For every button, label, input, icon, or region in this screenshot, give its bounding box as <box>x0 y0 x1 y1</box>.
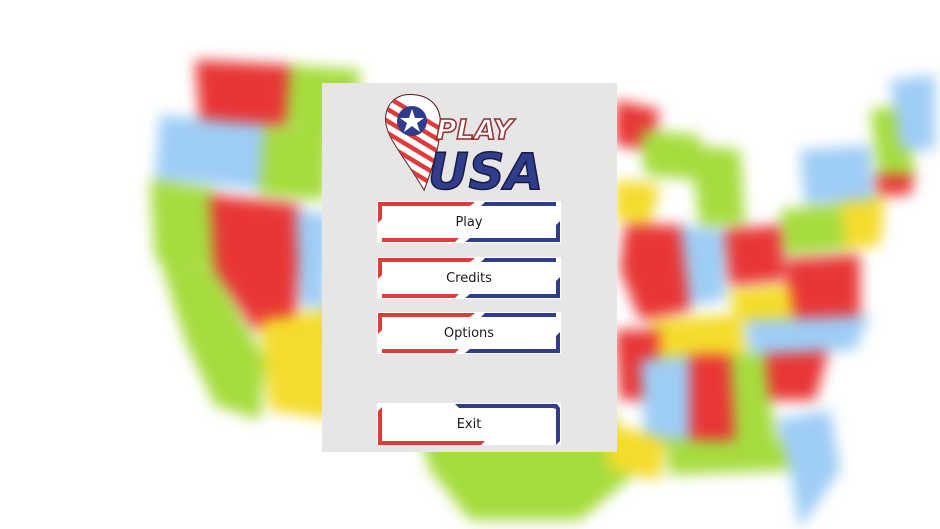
exit-button-label: Exit <box>456 416 482 432</box>
play-button[interactable]: Play <box>375 199 563 245</box>
credits-button-label: Credits <box>446 270 492 286</box>
options-button[interactable]: Options <box>375 310 563 356</box>
exit-button[interactable]: Exit <box>375 401 563 447</box>
logo-text: PLAY PLAY USA <box>427 112 544 193</box>
play-usa-logo: PLAY PLAY USA <box>384 93 544 193</box>
credits-button[interactable]: Credits <box>375 255 563 301</box>
svg-text:USA: USA <box>428 143 543 193</box>
options-button-label: Options <box>443 325 495 341</box>
play-button-label: Play <box>455 214 483 230</box>
svg-text:PLAY: PLAY <box>436 113 516 146</box>
